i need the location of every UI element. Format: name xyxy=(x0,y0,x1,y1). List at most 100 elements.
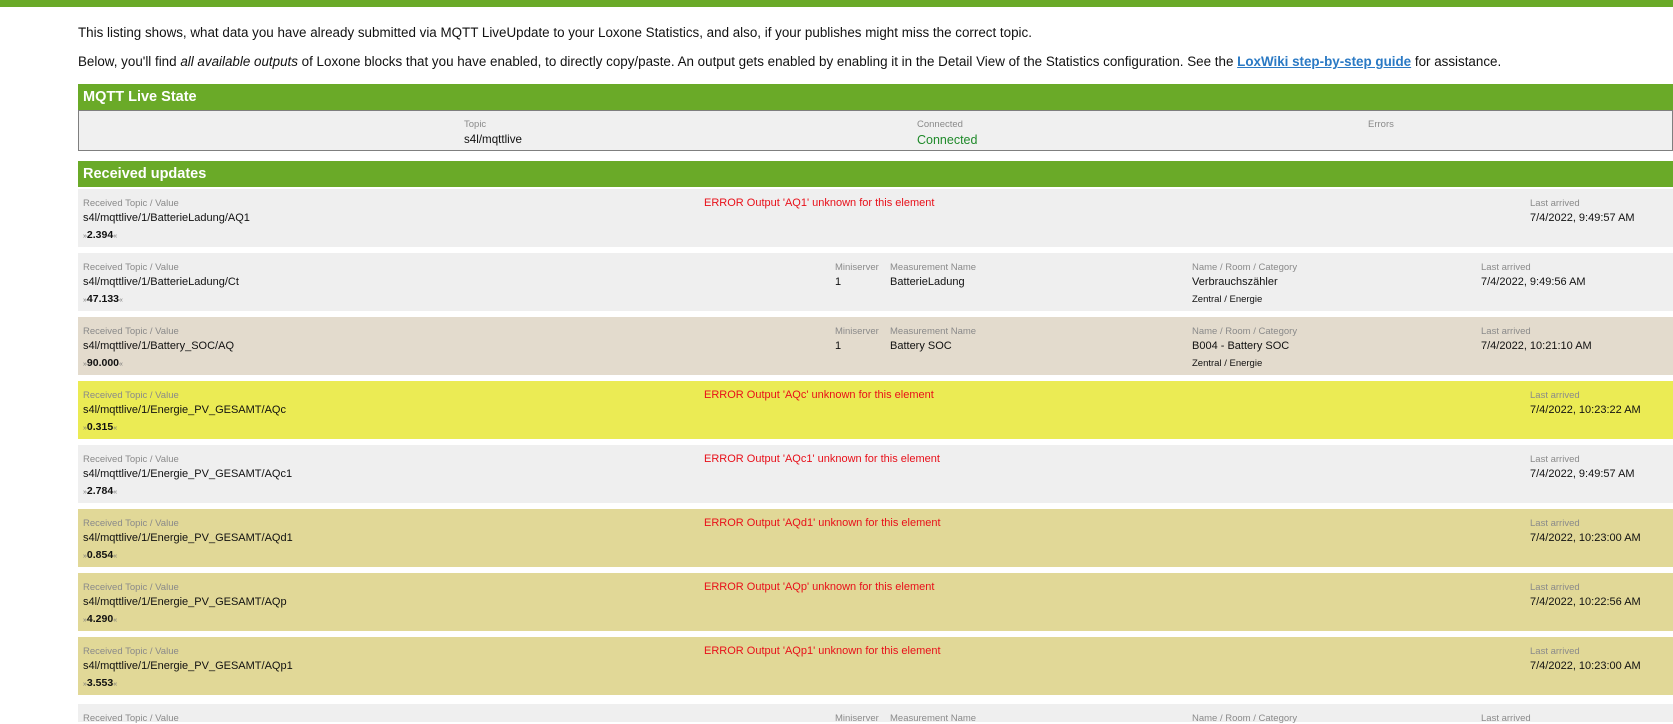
row-last-label: Last arrived xyxy=(1530,390,1580,401)
row-last-label: Last arrived xyxy=(1530,454,1580,465)
row-error-message: ERROR Output 'AQp' unknown for this elem… xyxy=(704,581,935,593)
top-accent-bar xyxy=(0,0,1673,7)
row-name: B004 - Battery SOC xyxy=(1192,340,1290,352)
value-quote-close: « xyxy=(113,553,118,560)
mqtt-live-state-header: MQTT Live State xyxy=(78,84,1673,110)
row-error-message: ERROR Output 'AQc1' unknown for this ele… xyxy=(704,453,940,465)
row-last-label: Last arrived xyxy=(1530,518,1580,529)
row-miniserver-label: Miniserver xyxy=(835,262,879,273)
row-topic-label: Received Topic / Value xyxy=(83,198,179,209)
row-error-message: ERROR Output 'AQd1' unknown for this ele… xyxy=(704,517,941,529)
row-miniserver: 1 xyxy=(835,276,842,288)
table-row: Received Topic / Value s4l/mqttlive/1/Ene… xyxy=(78,509,1673,567)
table-row: Received Topic / Value s4l/mqttlive/1/Ene… xyxy=(78,637,1673,695)
row-topic-label: Received Topic / Value xyxy=(83,518,179,529)
row-last-label: Last arrived xyxy=(1481,262,1531,273)
table-row: Received Topic / Value s4l/mqttlive/1/Bat… xyxy=(78,317,1673,375)
row-value: »90.000« xyxy=(83,357,123,369)
row-topic: s4l/mqttlive/1/Energie_PV_GESAMT/AQc1 xyxy=(83,468,293,480)
row-topic-label: Received Topic / Value xyxy=(83,454,179,465)
row-value: »2.394« xyxy=(83,229,117,241)
row-topic: s4l/mqttlive/1/Energie_PV_GESAMT/AQc xyxy=(83,404,286,416)
row-last-label: Last arrived xyxy=(1530,582,1580,593)
row-value: »47.133« xyxy=(83,293,123,305)
intro-text-2: Below, you'll find all available outputs… xyxy=(78,54,1501,69)
errors-label: Errors xyxy=(1368,119,1394,130)
row-name: Verbrauchszähler xyxy=(1192,276,1278,288)
row-last-arrived: 7/4/2022, 10:23:00 AM xyxy=(1530,532,1641,544)
intro-text-2-mid: of Loxone blocks that you have enabled, … xyxy=(297,54,1238,69)
row-miniserver-label: Miniserver xyxy=(835,713,879,724)
row-value: »4.290« xyxy=(83,613,117,625)
value-number: 0.315 xyxy=(86,421,114,433)
row-topic-label: Received Topic / Value xyxy=(83,390,179,401)
table-row: Received Topic / Value s4l/mqttlive/1/Ene… xyxy=(78,445,1673,503)
value-number: 2.784 xyxy=(86,485,114,497)
row-value: »3.553« xyxy=(83,677,117,689)
table-row: Received Topic / Value s4l/mqttlive/1/Ene… xyxy=(78,573,1673,631)
row-topic: s4l/mqttlive/1/Battery_SOC/AQ xyxy=(83,340,234,352)
value-number: 90.000 xyxy=(86,357,120,369)
row-room-category: Zentral / Energie xyxy=(1192,294,1263,305)
row-last-arrived: 7/4/2022, 9:49:57 AM xyxy=(1530,212,1635,224)
row-last-arrived: 7/4/2022, 10:21:10 AM xyxy=(1481,340,1592,352)
table-row: Received Topic / Value s4l/mqttlive/1/Bat… xyxy=(78,253,1673,311)
connected-status: Connected xyxy=(917,133,978,147)
intro-text-1: This listing shows, what data you have a… xyxy=(78,25,1032,40)
value-quote-close: « xyxy=(119,297,123,304)
row-topic-label: Received Topic / Value xyxy=(83,582,179,593)
row-last-arrived: 7/4/2022, 10:22:56 AM xyxy=(1530,596,1641,608)
row-topic-label: Received Topic / Value xyxy=(83,713,179,724)
value-number: 4.290 xyxy=(86,613,114,625)
intro-text-2-emphasis: all available outputs xyxy=(180,54,298,69)
row-topic-label: Received Topic / Value xyxy=(83,326,179,337)
row-name-label: Name / Room / Category xyxy=(1192,713,1298,724)
value-number: 3.553 xyxy=(86,677,114,689)
row-topic: s4l/mqttlive/1/BatterieLadung/AQ1 xyxy=(83,212,250,224)
row-value: »0.854« xyxy=(83,549,117,561)
value-quote-close: « xyxy=(113,233,118,240)
row-name-label: Name / Room / Category xyxy=(1192,326,1298,337)
row-error-message: ERROR Output 'AQp1' unknown for this ele… xyxy=(704,645,941,657)
intro-text-2-suffix: for assistance. xyxy=(1411,54,1502,69)
row-measurement-label: Measurement Name xyxy=(890,713,977,724)
row-last-arrived: 7/4/2022, 10:23:22 AM xyxy=(1530,404,1641,416)
mqtt-live-state-panel: Topic s4l/mqttlive Connected Connected E… xyxy=(78,110,1673,151)
received-updates-header: Received updates xyxy=(78,161,1673,187)
row-topic-label: Received Topic / Value xyxy=(83,262,179,273)
row-miniserver-label: Miniserver xyxy=(835,326,879,337)
value-number: 47.133 xyxy=(86,293,120,305)
row-measurement: BatterieLadung xyxy=(890,276,965,288)
row-measurement: Battery SOC xyxy=(890,340,952,352)
value-quote-close: « xyxy=(113,489,118,496)
value-quote-close: « xyxy=(113,681,118,688)
topic-value: s4l/mqttlive xyxy=(464,133,522,146)
row-topic-label: Received Topic / Value xyxy=(83,646,179,657)
row-last-label: Last arrived xyxy=(1481,326,1531,337)
table-row: Received Topic / Value s4l/mqttlive/1/Bat… xyxy=(78,189,1673,247)
row-room-category: Zentral / Energie xyxy=(1192,358,1263,369)
row-last-arrived: 7/4/2022, 9:49:57 AM xyxy=(1530,468,1635,480)
row-topic: s4l/mqttlive/1/Energie_PV_GESAMT/AQp xyxy=(83,596,287,608)
loxwiki-guide-link[interactable]: LoxWiki step-by-step guide xyxy=(1237,54,1411,69)
row-last-label: Last arrived xyxy=(1481,713,1531,724)
topic-label: Topic xyxy=(464,119,487,130)
row-topic: s4l/mqttlive/1/Energie_PV_GESAMT/AQd1 xyxy=(83,532,293,544)
connected-label: Connected xyxy=(917,119,963,130)
row-last-label: Last arrived xyxy=(1530,646,1580,657)
intro-text-2-prefix: Below, you'll find xyxy=(78,54,181,69)
table-row-partial: Received Topic / Value Miniserver Measur… xyxy=(78,704,1673,724)
value-quote-close: « xyxy=(113,617,118,624)
row-last-arrived: 7/4/2022, 10:23:00 AM xyxy=(1530,660,1641,672)
row-measurement-label: Measurement Name xyxy=(890,262,977,273)
value-number: 0.854 xyxy=(86,549,114,561)
row-error-message: ERROR Output 'AQc' unknown for this elem… xyxy=(704,389,934,401)
row-value: »0.315« xyxy=(83,421,117,433)
table-row: Received Topic / Value s4l/mqttlive/1/Ene… xyxy=(78,381,1673,439)
row-measurement-label: Measurement Name xyxy=(890,326,977,337)
row-name-label: Name / Room / Category xyxy=(1192,262,1298,273)
row-error-message: ERROR Output 'AQ1' unknown for this elem… xyxy=(704,197,935,209)
row-topic: s4l/mqttlive/1/Energie_PV_GESAMT/AQp1 xyxy=(83,660,293,672)
value-quote-close: « xyxy=(113,425,118,432)
row-miniserver: 1 xyxy=(835,340,842,352)
